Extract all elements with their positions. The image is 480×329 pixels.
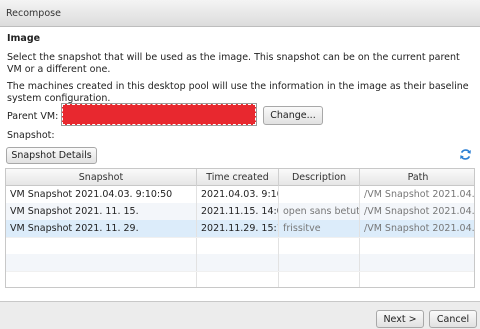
cell-snapshot: VM Snapshot 2021. 11. 29. [6, 220, 197, 237]
refresh-icon[interactable] [459, 148, 472, 161]
cell-description: frissitve [279, 220, 360, 237]
cell-description [279, 186, 360, 203]
window-titlebar: Recompose [0, 0, 480, 27]
table-row[interactable]: VM Snapshot 2021. 11. 15. 2021.11.15. 14… [6, 203, 474, 220]
empty-cell [6, 254, 197, 271]
cell-path: /VM Snapshot 2021.04.03. [364, 223, 475, 234]
cell-time-created: 2021.11.29. 15:1 [197, 220, 279, 237]
empty-cell [360, 272, 474, 287]
empty-cell [279, 272, 360, 287]
table-row[interactable]: VM Snapshot 2021.04.03. 9:10:50 2021.04.… [6, 186, 474, 203]
empty-cell [197, 254, 279, 271]
empty-row [6, 254, 474, 271]
empty-cell [360, 254, 474, 271]
empty-cell [197, 272, 279, 287]
next-button[interactable]: Next > [376, 310, 424, 328]
empty-cell [360, 238, 474, 255]
cell-snapshot: VM Snapshot 2021. 11. 15. [6, 203, 197, 220]
snapshot-details-button[interactable]: Snapshot Details [6, 147, 97, 164]
window-title: Recompose [6, 8, 61, 19]
refresh-icon-graphic [460, 149, 471, 160]
snapshot-label: Snapshot: [7, 130, 55, 141]
table-row-selected[interactable]: VM Snapshot 2021. 11. 29. 2021.11.29. 15… [6, 220, 474, 237]
cell-path: /VM Snapshot 2021.04.03. [364, 189, 475, 200]
section-title: Image [7, 33, 41, 44]
parent-vm-field [61, 103, 257, 126]
column-header-description[interactable]: Description [279, 169, 360, 186]
cell-time-created: 2021.11.15. 14:0 [197, 203, 279, 220]
empty-row [6, 237, 474, 255]
empty-cell [279, 238, 360, 255]
cancel-button[interactable]: Cancel [429, 310, 477, 328]
empty-cell [6, 272, 197, 287]
column-header-snapshot[interactable]: Snapshot [6, 169, 197, 186]
snapshot-table: Snapshot Time created Description Path V… [5, 168, 475, 288]
empty-cell [197, 238, 279, 255]
change-parent-vm-button[interactable]: Change... [263, 106, 323, 125]
cell-path: /VM Snapshot 2021.04.03. [364, 206, 475, 217]
column-header-time-created[interactable]: Time created [197, 169, 279, 186]
image-description: Select the snapshot that will be used as… [7, 52, 460, 75]
empty-cell [6, 238, 197, 255]
cell-snapshot: VM Snapshot 2021.04.03. 9:10:50 [6, 186, 197, 203]
cell-description: open sans betutipus [279, 203, 360, 220]
parent-vm-label: Parent VM: [7, 111, 59, 122]
table-header: Snapshot Time created Description Path [6, 169, 474, 186]
empty-cell [279, 254, 360, 271]
cell-time-created: 2021.04.03. 9:10 [197, 186, 279, 203]
empty-row [6, 271, 474, 287]
column-header-path[interactable]: Path [360, 169, 474, 186]
pool-description: The machines created in this desktop poo… [7, 81, 469, 104]
